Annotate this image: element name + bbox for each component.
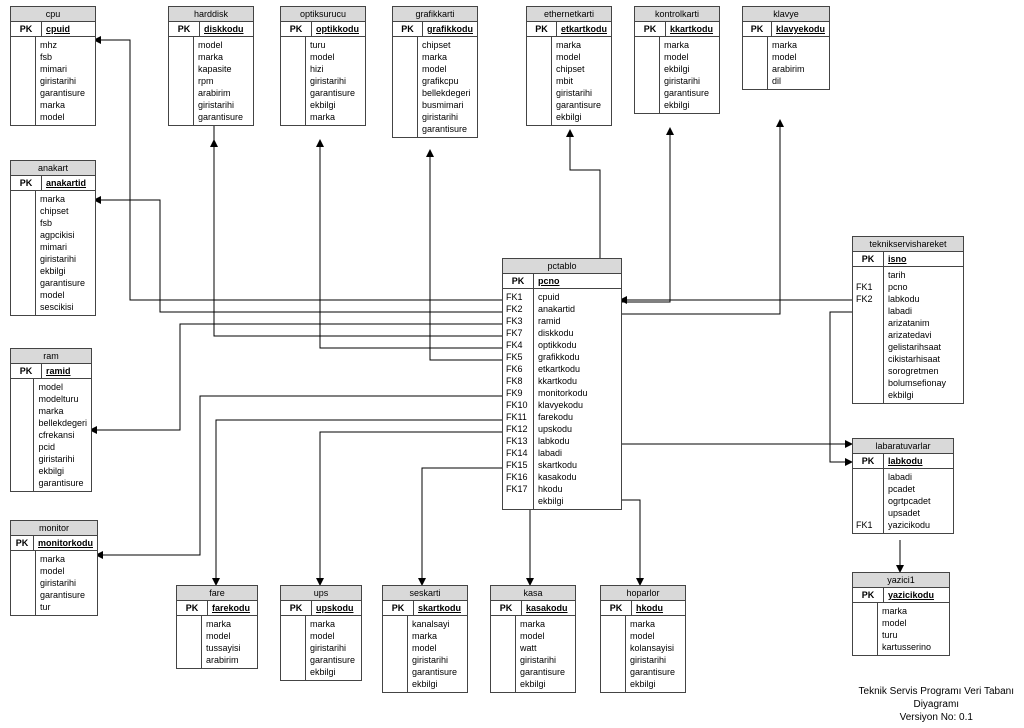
table-title: cpu [11, 7, 95, 22]
table-optiksurucu: optiksurucu PKoptikkodu turumodelhizigir… [280, 6, 366, 126]
table-hoparlor: hoparlor PKhkodu markamodelkolansayisigi… [600, 585, 686, 693]
table-fare: fare PKfarekodu markamodeltussayisiarabi… [176, 585, 258, 669]
table-yazici1: yazici1 PKyazicikodu markamodelturukartu… [852, 572, 950, 656]
er-diagram: cpu PKcpuid mhzfsbmimarigiristarihigaran… [0, 0, 1024, 728]
table-grafikkarti: grafikkarti PKgrafikkodu chipsetmarkamod… [392, 6, 478, 138]
table-ups: ups PKupskodu markamodelgiristarihigaran… [280, 585, 362, 681]
table-pctablo: pctablo PKpcno FK1FK2FK3FK7FK4FK5FK6FK8F… [502, 258, 622, 510]
table-seskarti: seskarti PKskartkodu kanalsayimarkamodel… [382, 585, 468, 693]
table-labaratuvarlar: labaratuvarlar PKlabkodu FK1 labadipcade… [852, 438, 954, 534]
table-kontrolkarti: kontrolkarti PKkkartkodu markamodelekbil… [634, 6, 720, 114]
table-harddisk: harddisk PKdiskkodu modelmarkakapasiterp… [168, 6, 254, 126]
table-monitor: monitor PKmonitorkodu markamodelgiristar… [10, 520, 98, 616]
table-cpu: cpu PKcpuid mhzfsbmimarigiristarihigaran… [10, 6, 96, 126]
table-kasa: kasa PKkasakodu markamodelwattgiristarih… [490, 585, 576, 693]
diagram-footer: Teknik Servis Programı Veri Tabanı Diyag… [859, 685, 1014, 724]
table-ram: ram PKramid modelmodelturumarkabellekdeg… [10, 348, 92, 492]
table-ethernetkarti: ethernetkarti PKetkartkodu markamodelchi… [526, 6, 612, 126]
table-teknikservishareket: teknikservishareket PKisno FK1FK2 tarihp… [852, 236, 964, 404]
table-klavye: klavye PKklavyekodu markamodelarabirimdi… [742, 6, 830, 90]
table-anakart: anakart PKanakartid markachipsetfsbagpci… [10, 160, 96, 316]
field-list: mhzfsbmimarigiristarihigarantisuremarkam… [36, 37, 95, 125]
